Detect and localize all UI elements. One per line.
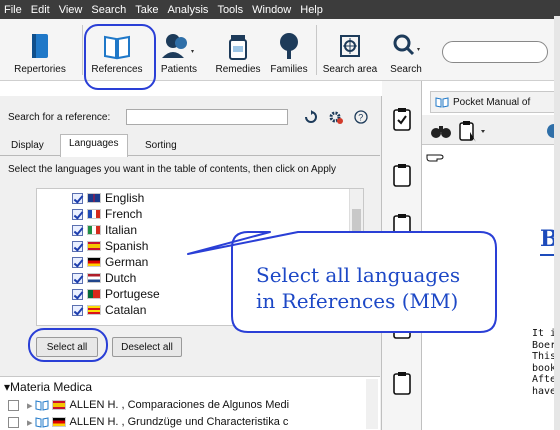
expand-icon[interactable]: ▸ [27, 416, 33, 429]
menu-search[interactable]: Search [91, 4, 126, 16]
checkbox[interactable] [72, 256, 83, 268]
germany-flag-icon [87, 257, 101, 267]
tree-icon [280, 33, 298, 59]
right-edge-scrollbar[interactable] [554, 16, 560, 430]
germany-flag-icon [51, 417, 66, 427]
clipboard-check-icon[interactable] [392, 107, 412, 131]
open-book-icon [435, 97, 449, 108]
menu-edit[interactable]: Edit [31, 4, 50, 16]
search-area-button[interactable]: Search area [320, 23, 380, 79]
menu-tools[interactable]: Tools [217, 4, 243, 16]
language-item-italian[interactable]: Italian [72, 222, 137, 238]
mm-item[interactable]: ▸ ALLEN H. , Comparaciones de Algunos Me… [8, 397, 289, 413]
clipboard-icon[interactable] [392, 371, 412, 395]
remedies-button[interactable]: Remedies [212, 23, 264, 79]
open-book-icon [35, 400, 49, 411]
clipboard-icon[interactable] [392, 315, 412, 339]
language-item-portugese[interactable]: Portugese [72, 286, 160, 302]
magnifier-icon [393, 34, 420, 56]
document-tab[interactable]: Pocket Manual of [430, 91, 560, 113]
languages-instruction: Select the languages you want in the tab… [8, 164, 336, 175]
checkbox[interactable] [72, 288, 83, 300]
checkbox[interactable] [72, 192, 83, 204]
options-tabs: Display Languages Sorting [0, 134, 380, 157]
checkbox[interactable] [8, 416, 19, 428]
catalonia-flag-icon [87, 305, 101, 315]
materia-medica-tree: ▾Materia Medica ▸ ALLEN H. , Comparacion… [0, 376, 380, 430]
refresh-icon[interactable] [304, 110, 318, 124]
checkbox[interactable] [72, 224, 83, 236]
language-item-catalan[interactable]: Catalan [72, 302, 146, 318]
help-icon[interactable]: ? [354, 110, 368, 124]
clipboard-strip [382, 81, 422, 430]
document-toolbar [422, 115, 560, 145]
book-icon [32, 34, 48, 58]
spain-flag-icon [51, 400, 66, 410]
tab-display[interactable]: Display [2, 136, 53, 156]
uk-flag-icon [87, 193, 101, 203]
language-item-spanish[interactable]: Spanish [72, 238, 148, 254]
checkbox[interactable] [8, 399, 19, 411]
materia-medica-heading[interactable]: ▾Materia Medica [4, 380, 92, 394]
families-button[interactable]: Families [266, 23, 312, 79]
menu-help[interactable]: Help [300, 4, 323, 16]
patients-button[interactable]: Patients [148, 23, 210, 79]
repertories-button[interactable]: Repertories [2, 23, 78, 79]
binoculars-icon[interactable] [430, 122, 452, 140]
italy-flag-icon [87, 225, 101, 235]
tab-languages[interactable]: Languages [60, 134, 128, 157]
patients-icon [162, 34, 194, 58]
language-item-french[interactable]: French [72, 206, 142, 222]
france-flag-icon [87, 209, 101, 219]
menu-window[interactable]: Window [252, 4, 291, 16]
search-button[interactable]: Search [382, 23, 430, 79]
mm-item[interactable]: ▸ ALLEN H. , Grundzüge und Characteristi… [8, 414, 288, 430]
clipboard-cursor-icon[interactable] [458, 120, 488, 142]
target-area-icon [340, 35, 360, 57]
language-item-german[interactable]: German [72, 254, 148, 270]
checkbox[interactable] [72, 272, 83, 284]
language-item-dutch[interactable]: Dutch [72, 270, 136, 286]
checkbox[interactable] [72, 304, 83, 316]
spain-flag-icon [87, 241, 101, 251]
menu-take[interactable]: Take [135, 4, 158, 16]
settings-icon[interactable] [328, 110, 344, 124]
tab-sorting[interactable]: Sorting [136, 136, 186, 156]
checkbox[interactable] [72, 240, 83, 252]
menu-file[interactable]: File [4, 4, 22, 16]
select-all-highlight [28, 328, 108, 362]
annotation-callout-text: Select all languages in References (MM) [256, 263, 461, 313]
menu-analysis[interactable]: Analysis [167, 4, 208, 16]
toolbar-search-input[interactable] [442, 41, 548, 63]
svg-text:?: ? [358, 113, 363, 123]
expand-icon[interactable]: ▸ [27, 399, 33, 412]
reference-search-row: Search for a reference: ? [8, 108, 378, 126]
remedy-jar-icon [229, 35, 247, 60]
reference-search-label: Search for a reference: [8, 111, 111, 123]
references-highlight [84, 24, 156, 90]
portugal-flag-icon [87, 289, 101, 299]
mm-scrollbar[interactable] [366, 379, 378, 429]
menu-bar: File Edit View Search Take Analysis Tool… [0, 0, 560, 19]
netherlands-flag-icon [87, 273, 101, 283]
deselect-all-button[interactable]: Deselect all [112, 337, 182, 357]
clipboard-icon[interactable] [392, 213, 412, 237]
checkbox[interactable] [72, 208, 83, 220]
clipboard-icon[interactable] [392, 163, 412, 187]
reference-search-input[interactable] [126, 109, 288, 125]
open-book-icon [35, 417, 49, 428]
pointing-hand-icon [426, 154, 444, 162]
menu-view[interactable]: View [59, 4, 83, 16]
language-item-english[interactable]: English [72, 190, 144, 206]
